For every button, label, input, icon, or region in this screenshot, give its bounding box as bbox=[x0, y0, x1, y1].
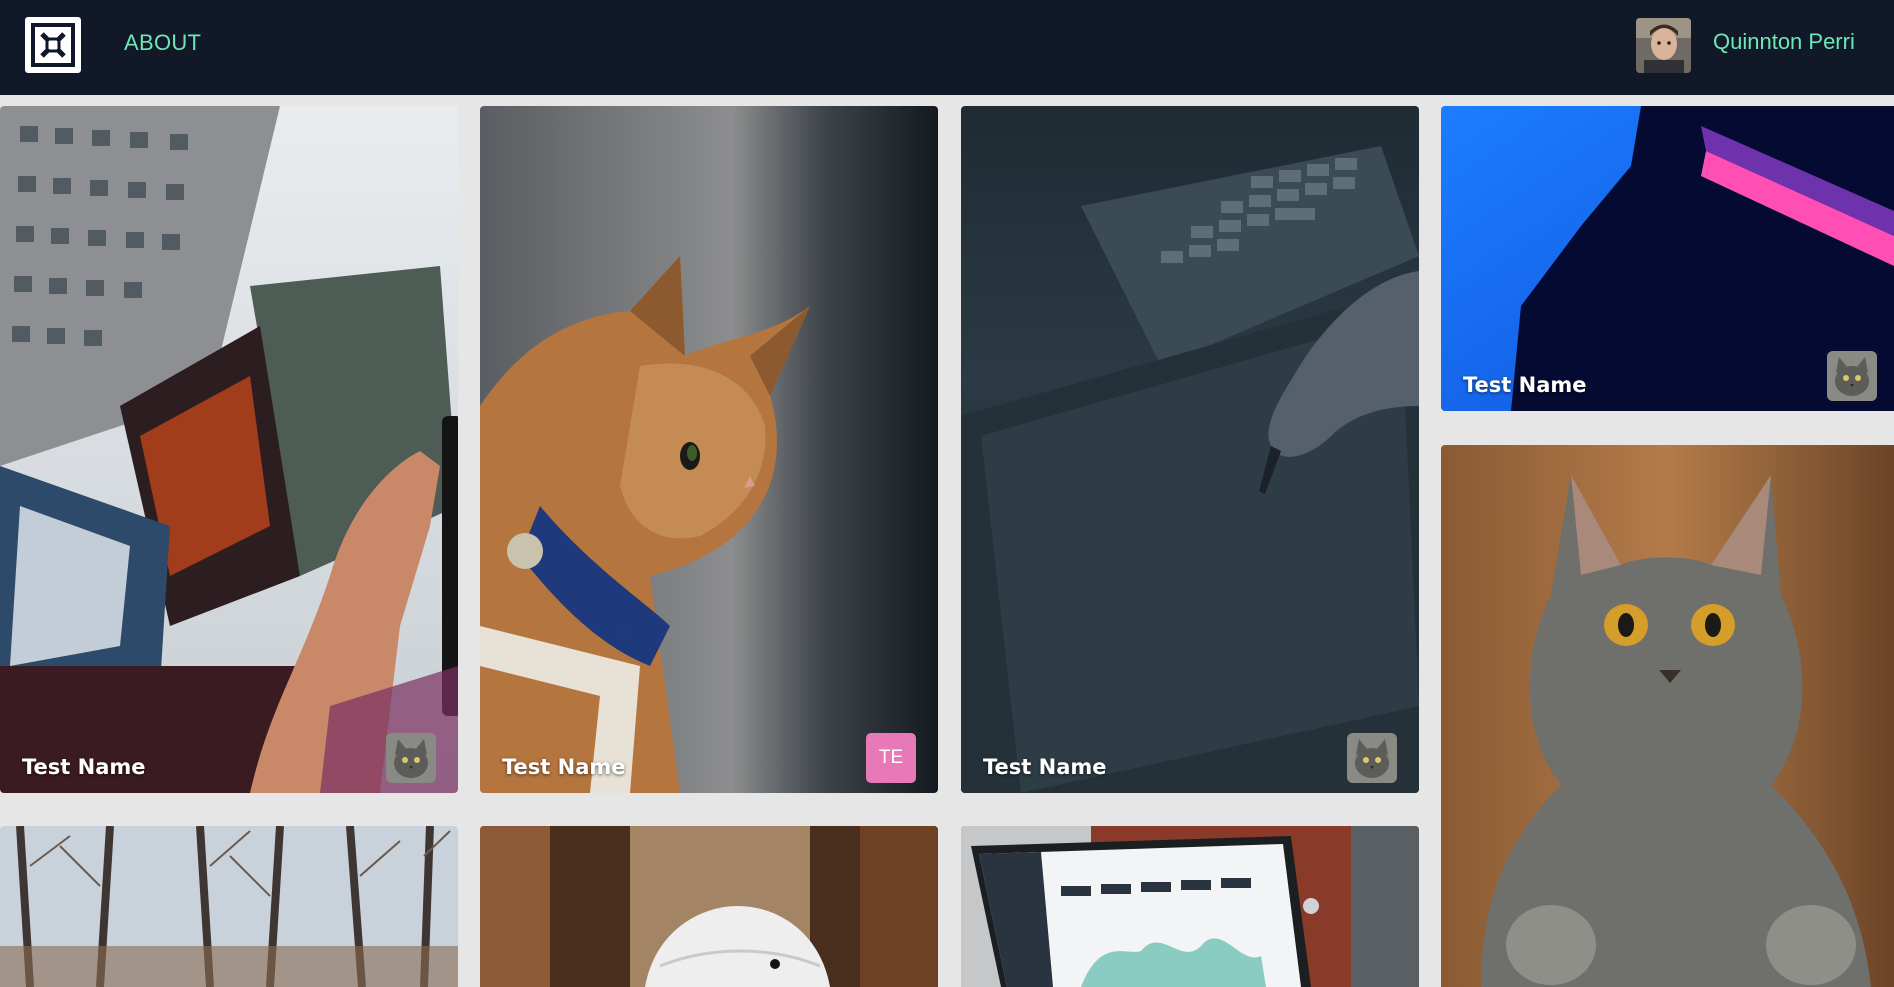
initials-avatar[interactable]: TE bbox=[866, 733, 916, 783]
cat-avatar-icon[interactable] bbox=[386, 733, 436, 783]
gallery-card[interactable]: Test Name bbox=[961, 106, 1419, 793]
gallery-card[interactable]: Test Name bbox=[0, 106, 458, 793]
card-caption: Test Name bbox=[1463, 373, 1587, 397]
framed-x-logo-icon[interactable] bbox=[22, 14, 84, 76]
gallery-card[interactable] bbox=[1441, 445, 1894, 987]
gallery-card[interactable]: Test Name bbox=[1441, 106, 1894, 411]
user-name[interactable]: Quinnton Perri bbox=[1713, 29, 1855, 55]
card-caption: Test Name bbox=[22, 755, 146, 779]
gallery-card[interactable] bbox=[480, 826, 938, 987]
cat-avatar-icon[interactable] bbox=[1347, 733, 1397, 783]
cat-avatar-icon[interactable] bbox=[1827, 351, 1877, 401]
card-caption: Test Name bbox=[502, 755, 626, 779]
grey-kitten-photo bbox=[1441, 445, 1894, 987]
top-navigation-bar: ABOUT Quinnton Perri bbox=[0, 0, 1894, 95]
gallery-card[interactable]: Test Name TE bbox=[480, 106, 938, 793]
city-phone-photo bbox=[0, 106, 458, 793]
gallery-card[interactable] bbox=[0, 826, 458, 987]
user-avatar[interactable] bbox=[1636, 18, 1691, 73]
white-robot-photo bbox=[480, 826, 938, 987]
card-caption: Test Name bbox=[983, 755, 1107, 779]
nav-about-link[interactable]: ABOUT bbox=[124, 30, 201, 56]
bare-trees-photo bbox=[0, 826, 458, 987]
ginger-cat-photo bbox=[480, 106, 938, 793]
laptop-dashboard-photo bbox=[961, 826, 1419, 987]
drawing-tablet-photo bbox=[961, 106, 1419, 793]
gallery-card[interactable] bbox=[961, 826, 1419, 987]
